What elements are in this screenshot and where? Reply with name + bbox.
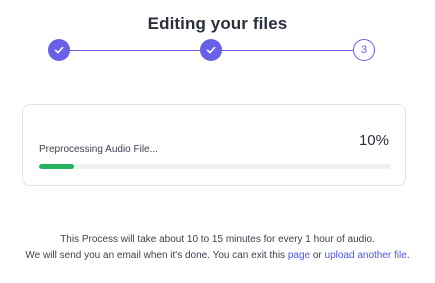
progress-bar: [39, 164, 391, 169]
step-1-complete: [48, 39, 70, 61]
stepper-connector-1: [70, 49, 200, 51]
progress-stepper: 3: [48, 39, 375, 61]
upload-another-file-link[interactable]: upload another file: [325, 250, 407, 261]
progress-label: Preprocessing Audio File...: [39, 144, 158, 155]
step-3-pending: 3: [353, 39, 375, 61]
check-icon: [54, 46, 64, 54]
stepper-connector-2: [222, 49, 353, 51]
info-text: This Process will take about 10 to 15 mi…: [0, 232, 435, 264]
page-link[interactable]: page: [288, 250, 310, 261]
page-title: Editing your files: [147, 14, 288, 33]
progress-card: Preprocessing Audio File... 10%: [22, 104, 406, 186]
info-connector: or: [310, 250, 325, 261]
info-line-2-prefix: We will send you an email when it's done…: [25, 250, 288, 261]
check-icon: [206, 46, 216, 54]
editing-page: Editing your files 3 Preprocessing Audio…: [0, 0, 435, 283]
info-line-1: This Process will take about 10 to 15 mi…: [60, 234, 375, 245]
step-3-number: 3: [360, 44, 368, 56]
step-2-complete: [200, 39, 222, 61]
info-line-2-suffix: .: [406, 250, 410, 261]
info-line-2: We will send you an email when it's done…: [0, 248, 435, 264]
progress-bar-fill: [39, 164, 75, 169]
progress-percent: 10%: [358, 132, 389, 149]
